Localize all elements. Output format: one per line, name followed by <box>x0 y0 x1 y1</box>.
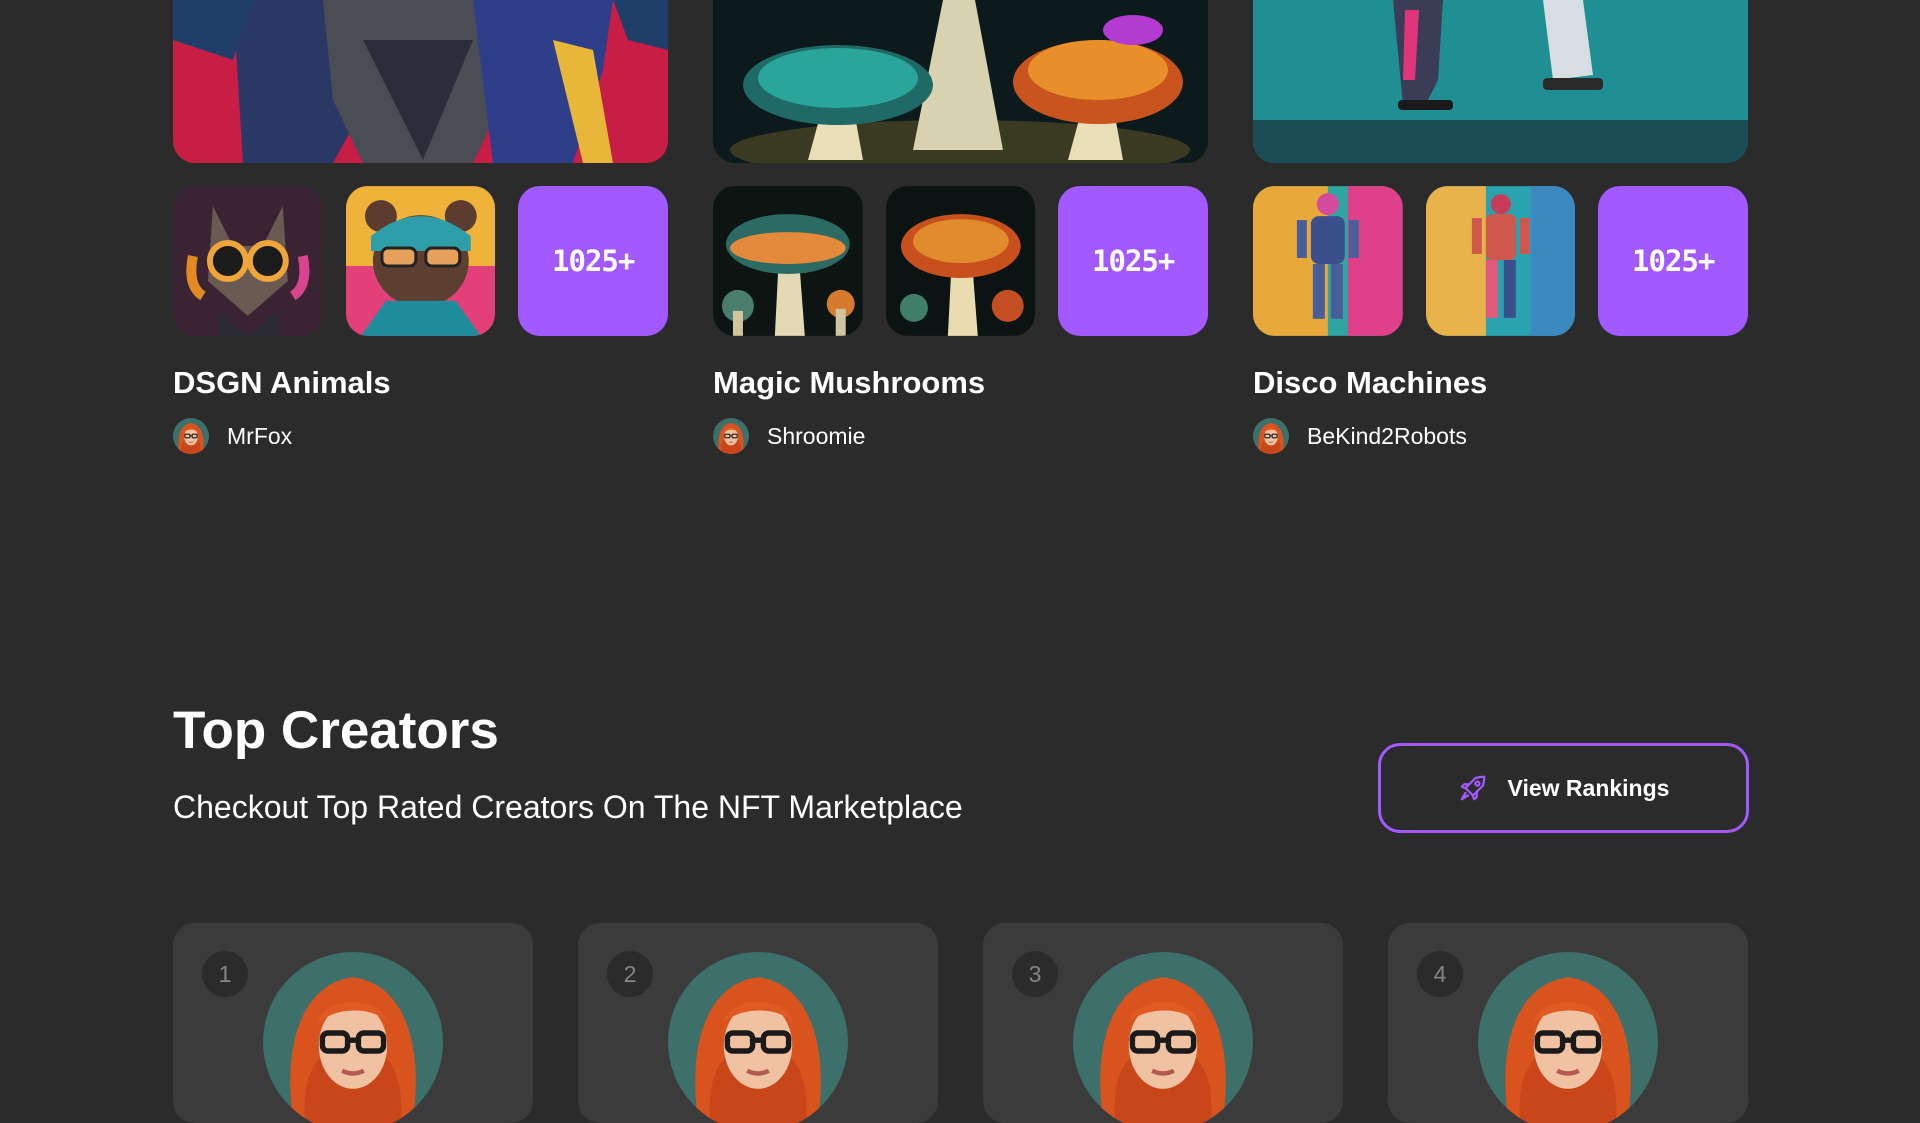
view-rankings-label: View Rankings <box>1507 774 1670 801</box>
avatar <box>173 418 209 454</box>
rank-badge: 2 <box>607 951 653 997</box>
top-creators-list: 1 2 3 4 <box>173 923 1749 1123</box>
rank-badge: 4 <box>1417 951 1463 997</box>
rank-badge: 3 <box>1012 951 1058 997</box>
collection-artist[interactable]: BeKind2Robots <box>1253 418 1748 454</box>
creator-avatar <box>1073 952 1253 1123</box>
collection-hero-image[interactable] <box>713 0 1208 163</box>
creator-card[interactable]: 2 <box>578 923 938 1123</box>
collection-card[interactable]: 1025+ DSGN Animals MrFox <box>173 0 669 454</box>
collection-thumbnail[interactable] <box>173 186 323 336</box>
view-rankings-button[interactable]: View Rankings <box>1378 743 1749 833</box>
creator-card[interactable]: 4 <box>1388 923 1748 1123</box>
creator-avatar <box>1478 952 1658 1123</box>
collection-thumbnail[interactable] <box>1425 186 1576 336</box>
collection-title[interactable]: Magic Mushrooms <box>713 364 1208 402</box>
creator-card[interactable]: 1 <box>173 923 533 1123</box>
rocket-icon <box>1460 775 1485 801</box>
avatar <box>713 418 749 454</box>
artist-name: Shroomie <box>767 422 866 449</box>
collection-title[interactable]: DSGN Animals <box>173 364 668 402</box>
section-title: Top Creators <box>173 701 499 760</box>
collection-card[interactable]: 1025+ Disco Machines BeKind2Robots <box>1253 0 1749 454</box>
collections-row: 1025+ DSGN Animals MrFox 1025+ Magic Mus… <box>173 0 1749 470</box>
collection-thumbnails: 1025+ <box>173 186 669 336</box>
rank-badge: 1 <box>202 951 248 997</box>
avatar <box>1253 418 1289 454</box>
collection-thumbnail[interactable] <box>713 186 863 336</box>
collection-more-count[interactable]: 1025+ <box>518 186 669 336</box>
collection-more-count[interactable]: 1025+ <box>1058 186 1209 336</box>
collection-thumbnails: 1025+ <box>713 186 1209 336</box>
collection-thumbnail[interactable] <box>345 186 496 336</box>
collection-artist[interactable]: MrFox <box>173 418 668 454</box>
section-subtitle: Checkout Top Rated Creators On The NFT M… <box>173 789 963 825</box>
collection-artist[interactable]: Shroomie <box>713 418 1208 454</box>
collection-thumbnail[interactable] <box>885 186 1036 336</box>
collection-card[interactable]: 1025+ Magic Mushrooms Shroomie <box>713 0 1209 454</box>
creator-card[interactable]: 3 <box>983 923 1343 1123</box>
creator-avatar <box>668 952 848 1123</box>
collection-more-count[interactable]: 1025+ <box>1598 186 1749 336</box>
collection-thumbnail[interactable] <box>1253 186 1403 336</box>
collection-hero-image[interactable] <box>173 0 668 163</box>
artist-name: MrFox <box>227 422 293 449</box>
collection-thumbnails: 1025+ <box>1253 186 1749 336</box>
collection-hero-image[interactable] <box>1253 0 1748 163</box>
collection-title[interactable]: Disco Machines <box>1253 364 1748 402</box>
creator-avatar <box>263 952 443 1123</box>
artist-name: BeKind2Robots <box>1307 422 1467 449</box>
